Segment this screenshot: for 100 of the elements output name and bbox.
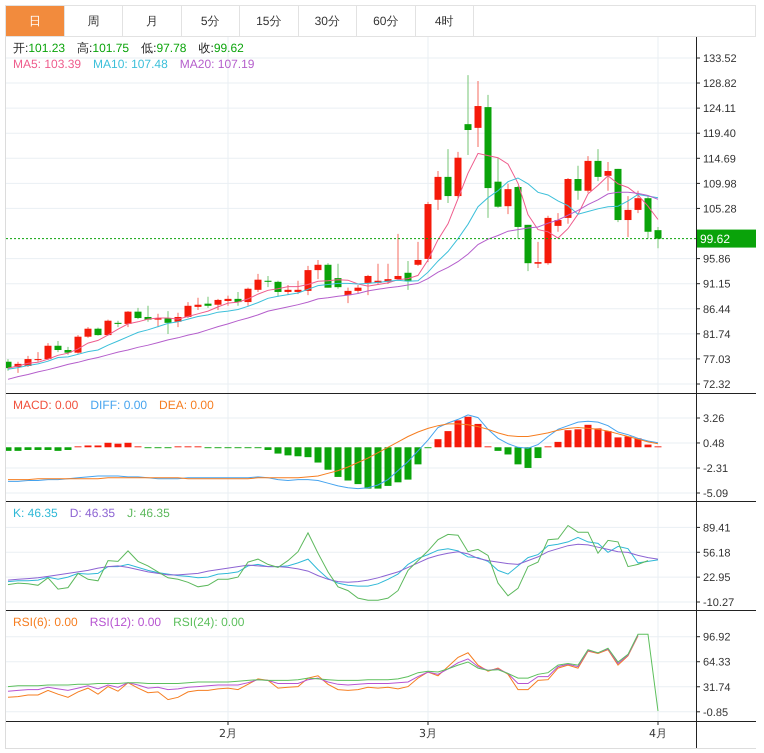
legend-label: MA20: 107.19 xyxy=(180,56,254,72)
candlestick xyxy=(54,340,62,353)
histogram-bar xyxy=(524,447,532,468)
candlestick xyxy=(184,302,192,319)
date-label: 2月 xyxy=(219,727,237,740)
histogram-bar xyxy=(294,447,302,456)
axis-label: 22.95 xyxy=(703,572,731,584)
candlestick xyxy=(434,170,442,210)
histogram-bar xyxy=(44,447,52,450)
histogram-bar xyxy=(434,439,442,448)
axis-label: 105.28 xyxy=(703,203,737,216)
candlestick xyxy=(644,196,652,240)
quote-label: 开: xyxy=(13,40,28,56)
candlestick xyxy=(474,80,482,148)
axis-label: 119.40 xyxy=(703,128,736,140)
histogram-bar xyxy=(264,447,272,450)
axis-label: 31.74 xyxy=(703,682,731,694)
quote-label: 收: xyxy=(198,40,214,56)
quote-label: 高: xyxy=(77,40,92,56)
axis-label: 95.86 xyxy=(703,254,731,266)
candlestick xyxy=(354,284,362,294)
histogram-bar xyxy=(54,447,62,451)
legend-label: RSI(24): 0.00 xyxy=(173,614,244,630)
histogram-bar xyxy=(324,447,332,470)
histogram-bar xyxy=(354,447,362,484)
histogram-bar xyxy=(414,447,422,464)
histogram-bar xyxy=(574,429,582,448)
histogram-bar xyxy=(274,447,282,454)
histogram-bar xyxy=(94,445,102,448)
candlestick xyxy=(654,226,662,249)
histogram-bar xyxy=(334,447,342,477)
candlestick xyxy=(314,259,322,280)
candlestick xyxy=(84,326,92,338)
histogram-bar xyxy=(104,442,112,448)
axis-label: 91.15 xyxy=(703,278,731,291)
candlestick xyxy=(144,305,152,322)
axis-label: 72.32 xyxy=(703,379,731,391)
candlestick xyxy=(74,334,82,354)
price-tag: 99.62 xyxy=(697,230,756,248)
histogram-bar xyxy=(6,447,12,451)
legend-label: D: 46.35 xyxy=(70,505,116,521)
histogram-bar xyxy=(454,420,462,448)
histogram-bar xyxy=(444,431,452,448)
histogram-bar xyxy=(624,436,632,448)
candlestick xyxy=(424,201,432,263)
candlestick xyxy=(384,263,392,284)
candlestick xyxy=(504,183,512,215)
date-label: 4月 xyxy=(649,727,667,740)
candlestick xyxy=(334,263,342,290)
candlestick xyxy=(604,161,612,192)
histogram-bar xyxy=(124,442,132,448)
candlestick xyxy=(364,274,372,296)
axis-label: 109.98 xyxy=(703,178,737,190)
axis-label: 56.18 xyxy=(703,547,731,560)
histogram-bar xyxy=(604,431,612,448)
histogram-bar xyxy=(84,445,92,448)
histogram-bar xyxy=(374,447,382,489)
quote-value: 99.62 xyxy=(214,40,244,56)
candlestick xyxy=(374,263,382,284)
candlestick xyxy=(304,265,312,296)
histogram-bar xyxy=(534,447,542,458)
candlestick xyxy=(634,190,642,214)
candlestick xyxy=(134,307,142,320)
axis-label: 96.92 xyxy=(703,632,731,644)
legend-label: MACD: 0.00 xyxy=(13,397,78,413)
candlestick xyxy=(194,297,202,311)
candlestick xyxy=(14,361,22,374)
candlestick xyxy=(174,312,182,328)
legend-label: DEA: 0.00 xyxy=(159,397,214,413)
candlestick xyxy=(554,212,562,232)
histogram-bar xyxy=(644,444,652,448)
quote-value: 101.75 xyxy=(92,40,130,56)
candlestick xyxy=(574,165,582,200)
axis-label: 77.03 xyxy=(703,354,731,366)
candlestick xyxy=(514,185,522,240)
candlestick xyxy=(94,327,102,336)
candlestick xyxy=(224,295,232,306)
axis-label: 89.41 xyxy=(703,522,731,534)
legend-label: K: 46.35 xyxy=(13,505,58,521)
histogram-bar xyxy=(554,442,562,448)
histogram-bar xyxy=(404,447,412,480)
candlestick xyxy=(124,310,132,328)
candlestick xyxy=(594,148,602,182)
legend-label: RSI(12): 0.00 xyxy=(90,614,162,630)
candlestick xyxy=(264,275,272,288)
axis-label: -0.85 xyxy=(703,706,728,719)
histogram-bar xyxy=(494,447,502,451)
candlestick xyxy=(234,291,242,306)
histogram-bar xyxy=(514,447,522,464)
histogram-bar xyxy=(504,447,512,454)
candlestick xyxy=(344,287,352,304)
axis-label: -2.31 xyxy=(703,463,728,476)
candlestick xyxy=(164,310,172,335)
axis-label: 86.44 xyxy=(703,304,731,316)
ref-line-label: 99.62 xyxy=(700,232,730,246)
quote-value: 101.23 xyxy=(28,40,66,56)
histogram-bar xyxy=(304,447,312,458)
candlestick xyxy=(544,215,552,266)
candlestick xyxy=(584,156,592,194)
candlestick xyxy=(444,148,452,204)
